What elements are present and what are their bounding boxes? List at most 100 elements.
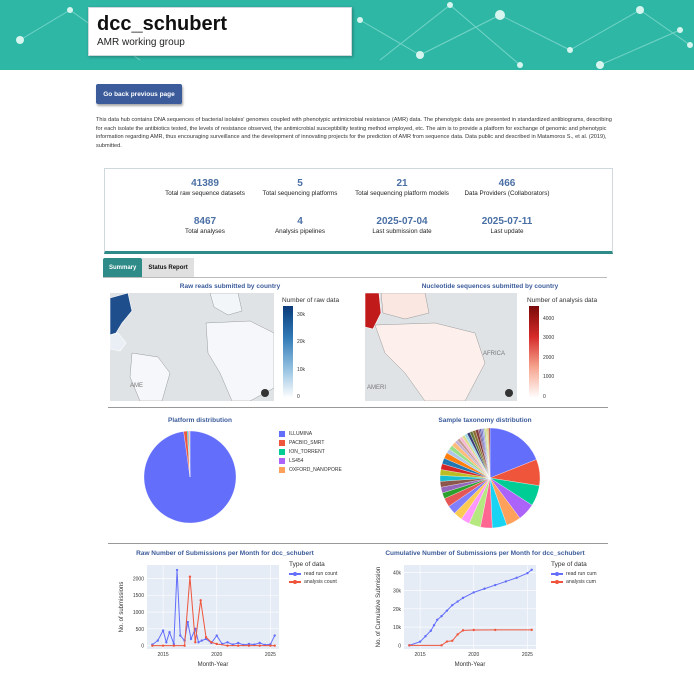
data-point[interactable] [183,644,186,647]
data-point[interactable] [161,629,165,632]
data-point[interactable] [461,596,465,600]
data-point[interactable] [483,587,486,590]
data-point[interactable] [258,641,261,645]
data-point[interactable] [530,568,533,571]
data-point[interactable] [440,614,443,618]
data-point[interactable] [215,642,218,646]
nucleotide-map[interactable]: AFRICA AMERI [365,293,517,401]
data-point[interactable] [273,644,276,647]
page-title: dcc_schubert [97,13,228,35]
data-point[interactable] [472,628,475,632]
country-africa [205,320,274,401]
data-point[interactable] [165,641,168,644]
data-point[interactable] [188,575,192,578]
stat-value: 2025-07-04 [376,216,428,227]
tab-status-report[interactable]: Status Report [142,258,194,278]
data-point[interactable] [172,644,176,647]
legend-item[interactable]: ILLUMINA [279,431,312,437]
legend-label: analysis cum [566,579,596,585]
data-point[interactable] [494,583,497,587]
data-point[interactable] [530,628,533,632]
data-point[interactable] [456,600,459,603]
data-point[interactable] [189,637,193,641]
data-point[interactable] [226,644,229,647]
data-point[interactable] [237,644,240,647]
tab-summary[interactable]: Summary [103,258,143,278]
y-tick-label: 10k [393,625,402,631]
legend-line-icon [551,572,563,576]
zoom-icon[interactable] [505,389,513,397]
x-axis-label: Month-Year [455,662,486,668]
taxonomy-pie-chart[interactable] [438,426,546,530]
legend-item[interactable]: ION_TORRENT [279,449,325,455]
data-point[interactable] [526,572,529,575]
data-point[interactable] [156,639,159,642]
legend-item[interactable]: OXFORD_NANOPORE [279,467,342,473]
legend-analysis-cum[interactable]: analysis cum [551,579,596,585]
description: This data hub contains DNA sequences of … [96,117,612,149]
y-tick-label: 20k [393,607,402,613]
data-point[interactable] [199,599,202,602]
back-button[interactable]: Go back previous page [96,84,182,104]
data-point[interactable] [418,640,422,643]
data-point[interactable] [429,629,433,632]
stat-value: 2025-07-11 [481,216,533,227]
data-point[interactable] [436,618,439,621]
data-point[interactable] [247,644,251,647]
data-point[interactable] [200,639,203,642]
data-point[interactable] [168,631,171,634]
legend-item[interactable]: PACBIO_SMRT [279,440,324,446]
country-mexico [110,332,127,352]
data-point[interactable] [456,633,459,636]
legend-label: LS454 [289,458,304,464]
data-point[interactable] [226,641,229,644]
data-point[interactable] [424,635,427,638]
data-point[interactable] [215,634,218,637]
y-tick-label: 30k [393,589,402,595]
cumulative-submissions-chart[interactable]: 0 10k 20k 30k 40k 2015 2020 2025 Month-Year No. o… [362,557,547,673]
data-point[interactable] [161,644,165,647]
plot-area [147,565,279,649]
data-point[interactable] [451,639,454,642]
data-point[interactable] [440,644,443,647]
data-point[interactable] [194,641,197,644]
data-point[interactable] [258,644,261,647]
data-point[interactable] [432,624,436,627]
country-africa [374,322,486,401]
colorbar-tick: 0 [543,394,546,400]
legend-item[interactable]: LS454 [279,458,303,464]
legend-analysis-count[interactable]: analysis count [289,579,337,585]
data-point[interactable] [408,644,411,647]
data-point[interactable] [273,634,276,637]
page-subtitle: AMR working group [97,37,185,48]
stat-value: 466 [498,178,516,189]
data-point[interactable] [269,644,272,647]
data-point[interactable] [504,580,508,583]
raw-submissions-chart[interactable]: 0 500 1000 1500 2000 2015 2020 2025 Month-Year No… [105,557,290,673]
x-tick-label: 2025 [265,652,276,658]
stat-providers: 466 Data Providers (Collaborators) [452,178,562,198]
data-point[interactable] [151,644,154,647]
data-point[interactable] [197,641,200,644]
data-point[interactable] [204,636,208,639]
data-point[interactable] [179,634,182,637]
data-point[interactable] [237,641,240,645]
stat-label: Total sequencing platforms [262,190,338,197]
legend-read-run-cum[interactable]: read run cum [551,571,597,577]
x-tick-label: 2015 [158,652,169,658]
platform-pie-chart[interactable] [143,425,237,529]
data-point[interactable] [515,576,518,579]
data-point[interactable] [445,609,449,612]
data-point[interactable] [210,641,213,644]
x-axis-label: Month-Year [198,662,229,668]
data-point[interactable] [472,591,475,594]
data-point[interactable] [461,629,465,632]
data-point[interactable] [175,568,179,572]
zoom-icon[interactable] [261,389,269,397]
data-point[interactable] [451,603,454,607]
legend-label: read run cum [566,571,597,577]
data-point[interactable] [445,640,449,643]
raw-reads-map[interactable]: AME [110,293,274,401]
legend-read-run-count[interactable]: read run count [289,571,337,577]
data-point[interactable] [494,628,497,632]
